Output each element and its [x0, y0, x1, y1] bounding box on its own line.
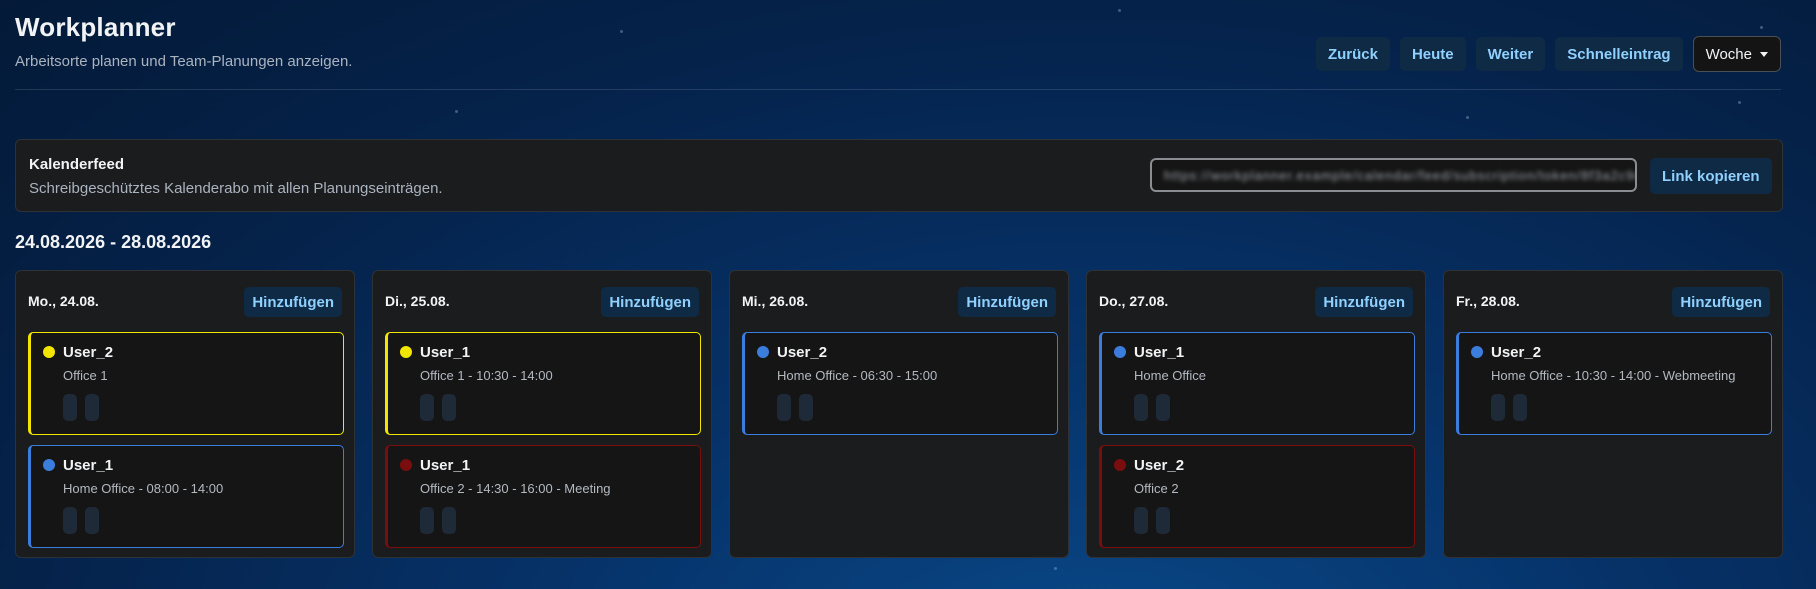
entry-action-button[interactable]	[85, 394, 99, 421]
entry-user: User_1	[420, 457, 471, 474]
entry-card[interactable]: User_1 Office 1 - 10:30 - 14:00	[385, 332, 701, 435]
entry-action-button[interactable]	[1491, 394, 1505, 421]
entry-detail: Home Office - 06:30 - 15:00	[777, 368, 938, 383]
day-column: Di., 25.08. Hinzufügen User_1 Office 1 - 10…	[372, 270, 712, 558]
entry-action-button[interactable]	[420, 394, 434, 421]
entry-action-button[interactable]	[1513, 394, 1527, 421]
entry-card[interactable]: User_1 Office 2 - 14:30 - 16:00 - Meeting	[385, 445, 701, 548]
entry-user: User_1	[1134, 344, 1185, 361]
entry-list: User_1 Office 1 - 10:30 - 14:00 User_1 Offi…	[385, 332, 701, 548]
day-column: Mo., 24.08. Hinzufügen User_2 Office 1 User_…	[15, 270, 355, 558]
entry-card[interactable]: User_2 Home Office - 06:30 - 15:00	[742, 332, 1058, 435]
entry-action-button[interactable]	[442, 507, 456, 534]
entry-detail: Home Office - 08:00 - 14:00	[63, 481, 224, 496]
entry-user: User_2	[1491, 344, 1542, 361]
entry-list: User_2 Home Office - 10:30 - 14:00 - Webm…	[1456, 332, 1772, 435]
entry-card[interactable]: User_2 Office 2	[1099, 445, 1415, 548]
status-dot-icon	[400, 346, 412, 358]
entry-action-button[interactable]	[777, 394, 791, 421]
entry-list: User_1 Home Office User_2 Office 2	[1099, 332, 1415, 548]
entry-user: User_2	[777, 344, 828, 361]
entry-card[interactable]: User_1 Home Office - 08:00 - 14:00	[28, 445, 344, 548]
status-dot-icon	[757, 346, 769, 358]
entry-action-button[interactable]	[1156, 507, 1170, 534]
entry-action-button[interactable]	[63, 507, 77, 534]
add-entry-button[interactable]: Hinzufügen	[958, 287, 1056, 317]
entry-user: User_2	[63, 344, 114, 361]
day-title: Do., 27.08.	[1099, 293, 1169, 309]
status-dot-icon	[1471, 346, 1483, 358]
entry-action-button[interactable]	[85, 507, 99, 534]
view-select[interactable]: Woche	[1692, 36, 1781, 72]
background-star	[1466, 116, 1469, 119]
copy-link-button[interactable]: Link kopieren	[1650, 158, 1772, 194]
status-dot-icon	[1114, 459, 1126, 471]
entry-detail: Office 2	[1134, 481, 1179, 496]
calendar-feed-panel: Kalenderfeed Schreibgeschütztes Kalender…	[15, 139, 1783, 212]
quick-entry-button[interactable]: Schnelleintrag	[1555, 37, 1683, 71]
status-dot-icon	[43, 459, 55, 471]
entry-card[interactable]: User_1 Home Office	[1099, 332, 1415, 435]
chevron-down-icon	[1760, 51, 1768, 57]
week-navigation: Zurück Heute Weiter Schnelleintrag Woche	[1315, 36, 1781, 72]
day-column: Do., 27.08. Hinzufügen User_1 Home Office Us…	[1086, 270, 1426, 558]
day-title: Mo., 24.08.	[28, 293, 99, 309]
day-title: Fr., 28.08.	[1456, 293, 1520, 309]
background-star	[455, 110, 458, 113]
entry-user: User_1	[63, 457, 114, 474]
next-button[interactable]: Weiter	[1475, 37, 1546, 71]
entry-action-button[interactable]	[1156, 394, 1170, 421]
entry-list: User_2 Home Office - 06:30 - 15:00	[742, 332, 1058, 435]
status-dot-icon	[1114, 346, 1126, 358]
entry-action-button[interactable]	[442, 394, 456, 421]
day-title: Mi., 26.08.	[742, 293, 809, 309]
add-entry-button[interactable]: Hinzufügen	[1672, 287, 1770, 317]
entry-detail: Home Office - 10:30 - 14:00 - Webmeeting	[1491, 368, 1736, 383]
add-entry-button[interactable]: Hinzufügen	[601, 287, 699, 317]
entry-detail: Office 2 - 14:30 - 16:00 - Meeting	[420, 481, 611, 496]
background-star	[1054, 567, 1057, 570]
week-days: Mo., 24.08. Hinzufügen User_2 Office 1 User_…	[15, 270, 1783, 558]
entry-list: User_2 Office 1 User_1 Home Office - 08:00 …	[28, 332, 344, 548]
today-button[interactable]: Heute	[1399, 37, 1466, 71]
page-header: Workplanner Arbeitsorte planen und Team-…	[15, 12, 1781, 90]
entry-card[interactable]: User_2 Home Office - 10:30 - 14:00 - Webm…	[1456, 332, 1772, 435]
background-star	[1738, 101, 1741, 104]
status-dot-icon	[43, 346, 55, 358]
entry-card[interactable]: User_2 Office 1	[28, 332, 344, 435]
back-button[interactable]: Zurück	[1315, 37, 1390, 71]
calendar-feed-link-field[interactable]: https://workplanner.example/calendar/fee…	[1150, 158, 1637, 192]
entry-user: User_2	[1134, 457, 1185, 474]
entry-action-button[interactable]	[63, 394, 77, 421]
entry-action-button[interactable]	[1134, 507, 1148, 534]
add-entry-button[interactable]: Hinzufügen	[244, 287, 342, 317]
entry-detail: Office 1	[63, 368, 108, 383]
view-select-value: Woche	[1705, 45, 1752, 63]
add-entry-button[interactable]: Hinzufügen	[1315, 287, 1413, 317]
day-title: Di., 25.08.	[385, 293, 450, 309]
entry-action-button[interactable]	[1134, 394, 1148, 421]
calendar-feed-title: Kalenderfeed	[29, 156, 125, 173]
day-column: Fr., 28.08. Hinzufügen User_2 Home Office -…	[1443, 270, 1783, 558]
entry-detail: Office 1 - 10:30 - 14:00	[420, 368, 553, 383]
entry-user: User_1	[420, 344, 471, 361]
day-column: Mi., 26.08. Hinzufügen User_2 Home Office -…	[729, 270, 1069, 558]
entry-action-button[interactable]	[420, 507, 434, 534]
entry-detail: Home Office	[1134, 368, 1207, 383]
entry-action-button[interactable]	[799, 394, 813, 421]
week-range: 24.08.2026 - 28.08.2026	[15, 232, 212, 252]
calendar-feed-description: Schreibgeschütztes Kalenderabo mit allen…	[29, 180, 443, 197]
calendar-feed-link-value: https://workplanner.example/calendar/fee…	[1164, 167, 1635, 183]
status-dot-icon	[400, 459, 412, 471]
